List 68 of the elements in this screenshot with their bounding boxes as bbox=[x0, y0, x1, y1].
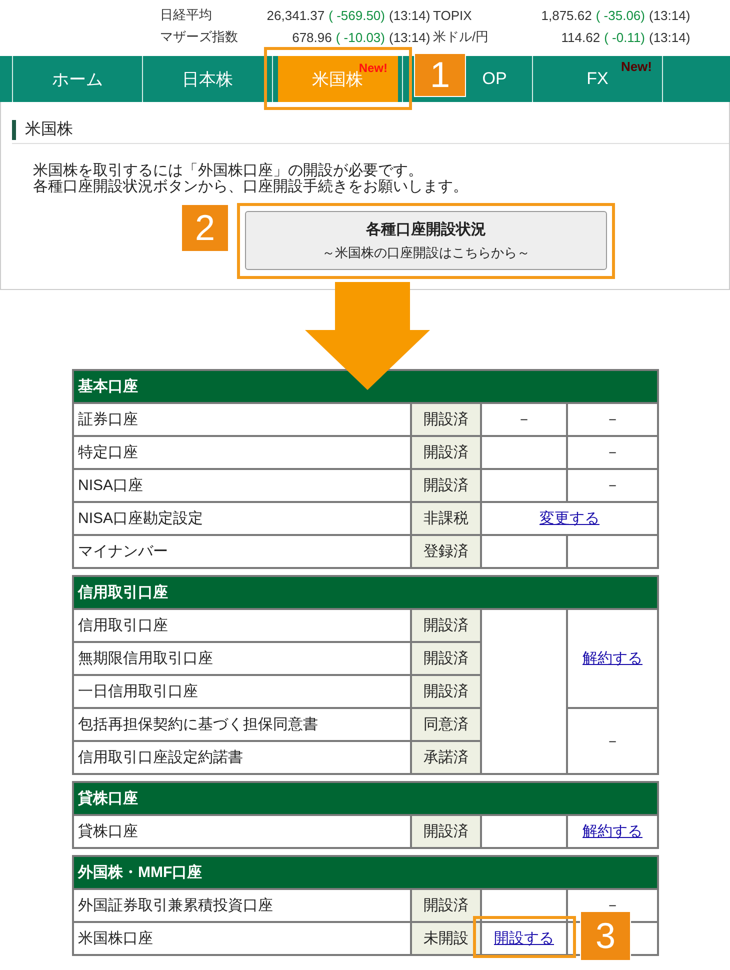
quote-value: 678.96 bbox=[292, 30, 332, 44]
step-badge: 2 bbox=[181, 204, 229, 252]
table-cell: 証券口座 bbox=[74, 404, 410, 435]
table-cell: NISA口座勘定設定 bbox=[74, 503, 410, 534]
action-link[interactable]: 開設する bbox=[494, 930, 554, 947]
section-heading: 米国株 bbox=[12, 120, 73, 140]
table-cell: マイナンバー bbox=[74, 536, 410, 567]
nav-tab[interactable]: OP bbox=[474, 56, 515, 102]
table-cell: 無期限信用取引口座 bbox=[74, 643, 410, 674]
quote-change: ( -10.03) bbox=[336, 30, 385, 44]
status-cell: 非課税 bbox=[412, 503, 480, 534]
table-cell: 外国証券取引兼累積投資口座 bbox=[74, 890, 410, 921]
quote-name: マザーズ指数 bbox=[160, 28, 239, 46]
table-cell: 特定口座 bbox=[74, 437, 410, 468]
intro-text: 米国株を取引するには「外国株口座」の開設が必要です。 bbox=[33, 163, 424, 179]
table-cell: － bbox=[568, 709, 657, 773]
table-cell: NISA口座 bbox=[74, 470, 410, 501]
quote-time: (13:14) bbox=[388, 8, 432, 22]
quote-name: TOPIX bbox=[433, 8, 473, 22]
status-cell: 開設済 bbox=[412, 816, 480, 847]
status-cell: 同意済 bbox=[412, 709, 480, 740]
step-badge: 3 bbox=[580, 911, 631, 961]
table-cell: 米国株口座 bbox=[74, 923, 410, 954]
section-header: 基本口座 bbox=[74, 371, 657, 402]
section-header: 信用取引口座 bbox=[74, 577, 657, 608]
quote-value: 114.62 bbox=[561, 30, 600, 44]
quote-change: ( -35.06) bbox=[596, 8, 645, 22]
status-cell: 開設済 bbox=[412, 676, 480, 707]
status-cell: 開設済 bbox=[412, 890, 480, 921]
new-label: New! bbox=[620, 59, 652, 74]
nav-tab[interactable]: ホーム bbox=[44, 56, 111, 102]
table-cell: 信用取引口座設定約諾書 bbox=[74, 742, 410, 773]
section-header: 貸株口座 bbox=[74, 783, 657, 814]
table-cell: － bbox=[568, 470, 657, 501]
status-cell: 開設済 bbox=[412, 404, 480, 435]
status-cell: 開設済 bbox=[412, 470, 480, 501]
quote-value: 26,341.37 bbox=[266, 8, 325, 22]
table-cell: 信用取引口座 bbox=[74, 610, 410, 641]
table-cell: 貸株口座 bbox=[74, 816, 410, 847]
action-link[interactable]: 解約する bbox=[582, 650, 642, 667]
table-cell: 一日信用取引口座 bbox=[74, 676, 410, 707]
section-header: 外国株・MMF口座 bbox=[74, 857, 657, 888]
table-cell: － bbox=[482, 404, 566, 435]
table-cell: － bbox=[568, 404, 657, 435]
quote-time: (13:14) bbox=[388, 30, 432, 44]
intro-text: 各種口座開設状況ボタンから、口座開設手続きをお願いします。 bbox=[33, 179, 469, 195]
quote-change: ( -569.50) bbox=[328, 8, 385, 22]
quote-time: (13:14) bbox=[648, 30, 692, 44]
step-badge: 1 bbox=[414, 53, 466, 97]
quote-name: 米ドル/円 bbox=[433, 28, 490, 46]
table-cell: － bbox=[568, 437, 657, 468]
status-cell: 承諾済 bbox=[412, 742, 480, 773]
quote-change: ( -0.11) bbox=[604, 30, 645, 44]
quote-value: 1,875.62 bbox=[541, 8, 592, 22]
action-link[interactable]: 変更する bbox=[540, 510, 600, 527]
nav-tab[interactable]: 日本株 bbox=[174, 56, 241, 102]
status-cell: 開設済 bbox=[412, 643, 480, 674]
quote-name: 日経平均 bbox=[160, 6, 213, 24]
status-cell: 開設済 bbox=[412, 437, 480, 468]
status-cell: 登録済 bbox=[412, 536, 480, 567]
table-cell: 包括再担保契約に基づく担保同意書 bbox=[74, 709, 410, 740]
quote-time: (13:14) bbox=[648, 8, 692, 22]
new-label: New! bbox=[358, 61, 388, 75]
status-cell: 開設済 bbox=[412, 610, 480, 641]
status-cell: 未開設 bbox=[412, 923, 480, 954]
action-link[interactable]: 解約する bbox=[582, 823, 642, 840]
account-status-button[interactable]: 各種口座開設状況 ～米国株の口座開設はこちらから～ bbox=[245, 211, 607, 270]
nav-tab[interactable]: FX New! bbox=[533, 56, 662, 102]
